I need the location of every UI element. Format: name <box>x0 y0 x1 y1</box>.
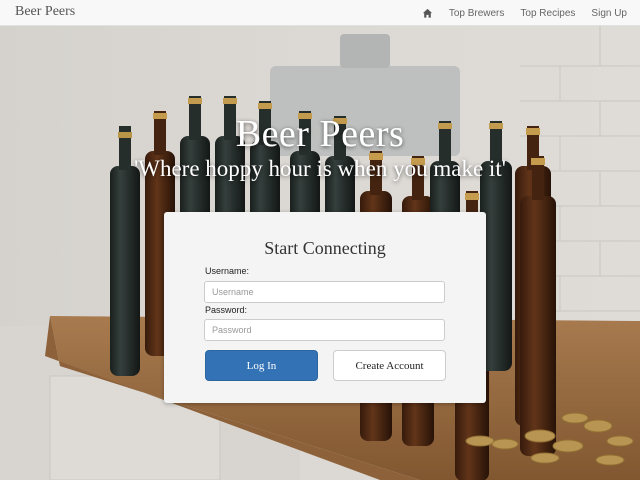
home-icon <box>422 8 433 19</box>
nav-link-top-recipes[interactable]: Top Recipes <box>520 8 575 19</box>
brand-link[interactable]: Beer Peers <box>15 4 75 20</box>
login-button[interactable]: Log In <box>205 350 318 381</box>
form-title: Start Connecting <box>264 238 386 258</box>
nav-link-top-brewers[interactable]: Top Brewers <box>449 8 505 19</box>
nav-link-sign-up[interactable]: Sign Up <box>591 8 627 19</box>
nav-links: Top Brewers Top Recipes Sign Up <box>406 0 627 26</box>
nav-home-link[interactable] <box>422 8 433 19</box>
create-account-button[interactable]: Create Account <box>333 350 446 381</box>
hero-tagline: 'Where hoppy hour is when you make it' <box>134 156 506 181</box>
password-input[interactable] <box>204 319 445 341</box>
username-input[interactable] <box>204 281 445 303</box>
password-label: Password: <box>205 305 248 315</box>
navbar: Beer Peers Top Brewers Top Recipes Sign … <box>0 0 640 26</box>
login-form: Start Connecting Username: Password: Log… <box>164 212 486 403</box>
username-label: Username: <box>205 266 250 276</box>
hero-title: Beer Peers <box>235 113 405 155</box>
